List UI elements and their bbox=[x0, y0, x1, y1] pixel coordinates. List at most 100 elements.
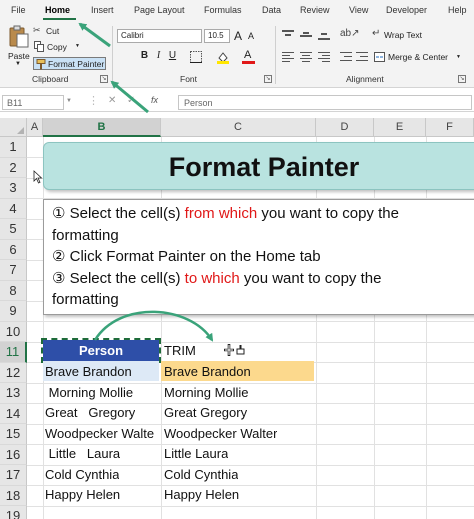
cell-b12[interactable]: Brave Brandon bbox=[45, 362, 132, 382]
instruction-step-1-cont: formatting bbox=[52, 226, 119, 244]
row-header[interactable]: 19 bbox=[0, 506, 27, 519]
align-left-button[interactable] bbox=[282, 52, 294, 62]
chevron-down-icon[interactable]: ▼ bbox=[66, 98, 72, 104]
underline-button[interactable]: U bbox=[166, 50, 179, 64]
font-dialog-launcher[interactable]: ↘ bbox=[264, 75, 272, 83]
row-header[interactable]: 2 bbox=[0, 157, 27, 178]
cell-b14[interactable]: Great Gregory bbox=[45, 403, 135, 423]
chevron-down-icon: ▼ bbox=[15, 61, 21, 67]
cell-b15[interactable]: Woodpecker Walte bbox=[45, 424, 161, 444]
wrap-text-button[interactable]: ↵ Wrap Text bbox=[372, 28, 432, 41]
row-header[interactable]: 3 bbox=[0, 178, 27, 199]
cell-c11-trim[interactable]: TRIM bbox=[164, 341, 196, 361]
cell-c12[interactable]: Brave Brandon bbox=[164, 362, 251, 382]
name-box[interactable]: B11 bbox=[2, 95, 64, 110]
column-header-f[interactable]: F bbox=[426, 118, 474, 137]
increase-indent-button[interactable] bbox=[356, 52, 368, 62]
row-header[interactable]: 6 bbox=[0, 239, 27, 260]
cell-c18[interactable]: Happy Helen bbox=[164, 485, 239, 505]
column-header-b[interactable]: B bbox=[43, 118, 161, 137]
grow-font-button[interactable]: A bbox=[234, 29, 242, 43]
instruction-step-1: ① Select the cell(s) from which you want… bbox=[52, 203, 474, 225]
gridline bbox=[27, 505, 474, 507]
decrease-indent-button[interactable] bbox=[340, 52, 352, 62]
merge-center-button[interactable]: Merge & Center ▼ bbox=[374, 51, 464, 63]
borders-icon[interactable] bbox=[190, 51, 202, 63]
cancel-icon[interactable]: ✕ bbox=[108, 95, 116, 106]
column-header-a[interactable]: A bbox=[27, 118, 43, 137]
tab-file[interactable]: File bbox=[11, 5, 26, 15]
cell-b13[interactable]: Morning Mollie bbox=[45, 383, 134, 403]
bold-button[interactable]: B bbox=[138, 50, 151, 64]
tab-data[interactable]: Data bbox=[262, 5, 281, 15]
cell-b17[interactable]: Cold Cynthia bbox=[45, 465, 119, 485]
tab-home[interactable]: Home bbox=[45, 5, 70, 15]
paste-button[interactable]: Paste ▼ bbox=[6, 25, 32, 69]
row-header[interactable]: 7 bbox=[0, 260, 27, 281]
copy-button[interactable]: Copy ▼ bbox=[33, 41, 83, 53]
cell-c14[interactable]: Great Gregory bbox=[164, 403, 247, 423]
cut-button[interactable]: ✂ Cut bbox=[33, 25, 73, 37]
row-header[interactable]: 9 bbox=[0, 301, 27, 322]
row-header[interactable]: 10 bbox=[0, 321, 27, 342]
step-number: ③ bbox=[52, 269, 66, 287]
cut-label: Cut bbox=[46, 26, 60, 36]
gridline bbox=[316, 137, 317, 519]
tab-page-layout[interactable]: Page Layout bbox=[134, 5, 185, 15]
select-all-icon bbox=[17, 127, 24, 134]
font-color-button[interactable]: A bbox=[242, 49, 256, 64]
row-header[interactable]: 1 bbox=[0, 137, 27, 158]
instruction-text: you want to copy the bbox=[257, 205, 399, 222]
align-right-button[interactable] bbox=[318, 52, 330, 62]
font-group-label: Font bbox=[180, 74, 198, 84]
row-header[interactable]: 13 bbox=[0, 383, 27, 404]
shrink-font-button[interactable]: A bbox=[248, 31, 254, 41]
title-banner-shape[interactable]: Format Painter bbox=[43, 142, 474, 190]
insert-function-button[interactable]: fx bbox=[151, 95, 158, 105]
row-header-selected[interactable]: 11 bbox=[0, 342, 27, 363]
row-header[interactable]: 18 bbox=[0, 485, 27, 506]
column-header-e[interactable]: E bbox=[374, 118, 426, 137]
clipboard-dialog-launcher[interactable]: ↘ bbox=[100, 75, 108, 83]
cell-b18[interactable]: Happy Helen bbox=[45, 485, 120, 505]
align-top-button[interactable] bbox=[282, 30, 294, 40]
tab-help[interactable]: Help bbox=[448, 5, 467, 15]
row-header[interactable]: 15 bbox=[0, 424, 27, 445]
tab-formulas[interactable]: Formulas bbox=[204, 5, 242, 15]
cell-c15[interactable]: Woodpecker Walter bbox=[164, 424, 277, 444]
format-painter-label: Format Painter bbox=[48, 59, 105, 69]
row-header[interactable]: 4 bbox=[0, 198, 27, 219]
instructions-textbox[interactable]: ① Select the cell(s) from which you want… bbox=[43, 199, 474, 315]
formula-input[interactable]: Person bbox=[178, 95, 472, 110]
cell-c17[interactable]: Cold Cynthia bbox=[164, 465, 238, 485]
tab-view[interactable]: View bbox=[349, 5, 368, 15]
cell-b16[interactable]: Little Laura bbox=[45, 444, 121, 464]
row-header[interactable]: 8 bbox=[0, 280, 27, 301]
fill-color-icon[interactable] bbox=[216, 50, 230, 64]
copy-icon bbox=[34, 41, 44, 52]
align-middle-button[interactable] bbox=[300, 30, 312, 40]
tab-review[interactable]: Review bbox=[300, 5, 330, 15]
align-bottom-button[interactable] bbox=[318, 30, 330, 40]
cell-c13[interactable]: Morning Mollie bbox=[164, 383, 249, 403]
cell-c16[interactable]: Little Laura bbox=[164, 444, 228, 464]
tab-insert[interactable]: Insert bbox=[91, 5, 114, 15]
row-header[interactable]: 14 bbox=[0, 403, 27, 424]
row-header[interactable]: 17 bbox=[0, 465, 27, 486]
orientation-icon[interactable]: ab↗ bbox=[340, 28, 360, 39]
tab-developer[interactable]: Developer bbox=[386, 5, 427, 15]
enter-icon[interactable]: ✓ bbox=[127, 95, 135, 106]
row-header[interactable]: 5 bbox=[0, 219, 27, 240]
font-size-combo[interactable]: 10.5 bbox=[204, 29, 230, 43]
column-header-c[interactable]: C bbox=[161, 118, 316, 137]
select-all-corner[interactable] bbox=[0, 118, 27, 137]
format-painter-button[interactable]: Format Painter bbox=[33, 57, 106, 70]
instruction-highlight: to which bbox=[184, 269, 240, 287]
row-header[interactable]: 12 bbox=[0, 362, 27, 383]
italic-button[interactable]: I bbox=[152, 50, 165, 64]
align-center-button[interactable] bbox=[300, 52, 312, 62]
row-header[interactable]: 16 bbox=[0, 444, 27, 465]
font-name-combo[interactable]: Calibri bbox=[117, 29, 202, 43]
column-header-d[interactable]: D bbox=[316, 118, 374, 137]
alignment-dialog-launcher[interactable]: ↘ bbox=[458, 75, 466, 83]
